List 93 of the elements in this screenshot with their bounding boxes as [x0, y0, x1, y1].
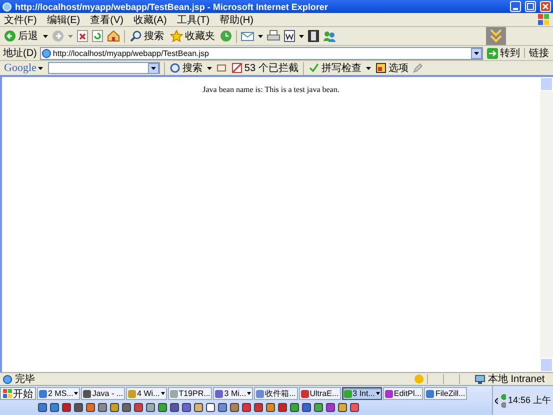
caret-icon: [38, 66, 44, 70]
search-icon: [130, 30, 142, 42]
menu-item[interactable]: 文件(F): [4, 12, 37, 26]
blocked-icon: [232, 63, 242, 73]
go-button[interactable]: 转到: [486, 46, 521, 60]
page-text: Java bean name is: This is a test java bean.: [202, 85, 340, 94]
security-zone: 本地 Intranet: [488, 372, 546, 386]
maximize-button[interactable]: [525, 1, 536, 12]
address-label: 地址(D): [3, 46, 37, 60]
taskbar-button[interactable]: 3 Int...: [342, 387, 382, 400]
app-icon: [39, 390, 47, 398]
document-icon[interactable]: [284, 30, 295, 42]
menu-item[interactable]: 收藏(A): [133, 12, 167, 26]
app-icon: [170, 390, 178, 398]
dropdown-button[interactable]: [148, 62, 160, 74]
caret-icon: [74, 392, 78, 395]
warning-icon: [414, 374, 424, 384]
caret-icon[interactable]: [207, 66, 212, 70]
app-icon: [344, 390, 352, 398]
taskbar-button[interactable]: 3 Mi...: [213, 387, 254, 400]
address-field[interactable]: http://localhost/myapp/webapp/TestBean.jsp: [40, 46, 483, 60]
back-button[interactable]: 后退: [3, 29, 39, 43]
caret-icon: [151, 66, 156, 70]
search-button[interactable]: 搜索: [129, 29, 165, 43]
links-button[interactable]: 链接: [528, 46, 550, 60]
taskbar-button[interactable]: FileZill...: [424, 387, 468, 400]
app-icon: [384, 390, 393, 398]
app-icon: [215, 390, 224, 398]
refresh-icon[interactable]: [92, 30, 103, 42]
star-icon: [170, 30, 183, 42]
google-search-field[interactable]: [48, 62, 160, 74]
taskbar-button[interactable]: 收件箱...: [254, 387, 298, 400]
vertical-scrollbar[interactable]: [540, 77, 553, 372]
film-icon[interactable]: [308, 30, 319, 42]
pencil-icon[interactable]: [413, 63, 424, 73]
options-icon: [376, 63, 386, 73]
monitor-icon: [475, 374, 485, 384]
app-icon: [300, 390, 309, 398]
windows-logo-icon: [3, 389, 12, 398]
home-icon[interactable]: [107, 30, 120, 42]
network-icon: [500, 392, 506, 408]
checkmark-icon: [309, 63, 320, 73]
taskbar-button[interactable]: UltraE...: [298, 387, 341, 400]
start-button[interactable]: 开始: [0, 387, 36, 400]
close-icon: [542, 3, 549, 10]
windows-logo-icon: [538, 14, 549, 25]
app-icon: [83, 390, 92, 398]
minimize-button[interactable]: [510, 1, 521, 12]
app-icon: [426, 390, 434, 398]
window-title: http://localhost/myapp/webapp/TestBean.jsp - Microsoft Internet Explorer: [15, 2, 328, 12]
caret-icon[interactable]: [258, 34, 263, 38]
dropdown-button[interactable]: [471, 48, 482, 58]
taskbar-button[interactable]: Java - ...: [81, 387, 126, 400]
spellcheck-button[interactable]: 拼写检查: [308, 61, 362, 75]
mail-icon[interactable]: [241, 30, 254, 42]
menu-item[interactable]: 查看(V): [90, 12, 124, 26]
caret-icon[interactable]: [299, 34, 304, 38]
caret-icon[interactable]: [366, 66, 372, 70]
news-icon[interactable]: [216, 63, 228, 73]
taskbar-button[interactable]: 2 MS...: [37, 387, 80, 400]
menu-item[interactable]: 帮助(H): [220, 12, 254, 26]
page-icon: [3, 374, 12, 384]
expand-tray-icon[interactable]: [495, 398, 498, 404]
caret-icon: [160, 392, 165, 395]
google-logo-button[interactable]: Google: [3, 61, 44, 75]
clock: 14:56 上午: [508, 394, 551, 407]
caret-icon[interactable]: [43, 34, 48, 38]
history-icon[interactable]: [220, 30, 232, 42]
circle-icon: [170, 63, 180, 73]
browser-icon: [2, 2, 12, 12]
google-search-button[interactable]: 搜索: [169, 61, 204, 75]
go-arrow-icon: [487, 48, 498, 58]
app-icon: [256, 390, 264, 398]
menu-item[interactable]: 工具(T): [176, 12, 210, 26]
status-text: 完毕: [15, 372, 35, 386]
page-icon: [42, 48, 51, 58]
people-icon[interactable]: [323, 30, 336, 42]
taskbar-button[interactable]: 4 Wi...: [126, 387, 167, 400]
back-arrow-icon: [4, 30, 16, 42]
caret-icon: [474, 52, 479, 54]
caret-icon: [376, 392, 380, 395]
stop-icon[interactable]: [77, 30, 88, 42]
caret-icon: [247, 392, 252, 395]
taskbar-button[interactable]: T19PR...: [168, 387, 212, 400]
popup-blocker-button[interactable]: 53 个已拦截: [231, 61, 300, 75]
printer-icon[interactable]: [267, 30, 280, 42]
maximize-icon: [527, 3, 534, 10]
options-button[interactable]: 选项: [375, 61, 410, 75]
app-icon: [128, 390, 136, 398]
menu-item[interactable]: 编辑(E): [46, 12, 80, 26]
close-button[interactable]: [540, 1, 551, 12]
taskbar-button[interactable]: EditPl...: [382, 387, 424, 400]
favorites-button[interactable]: 收藏夹: [169, 29, 216, 43]
